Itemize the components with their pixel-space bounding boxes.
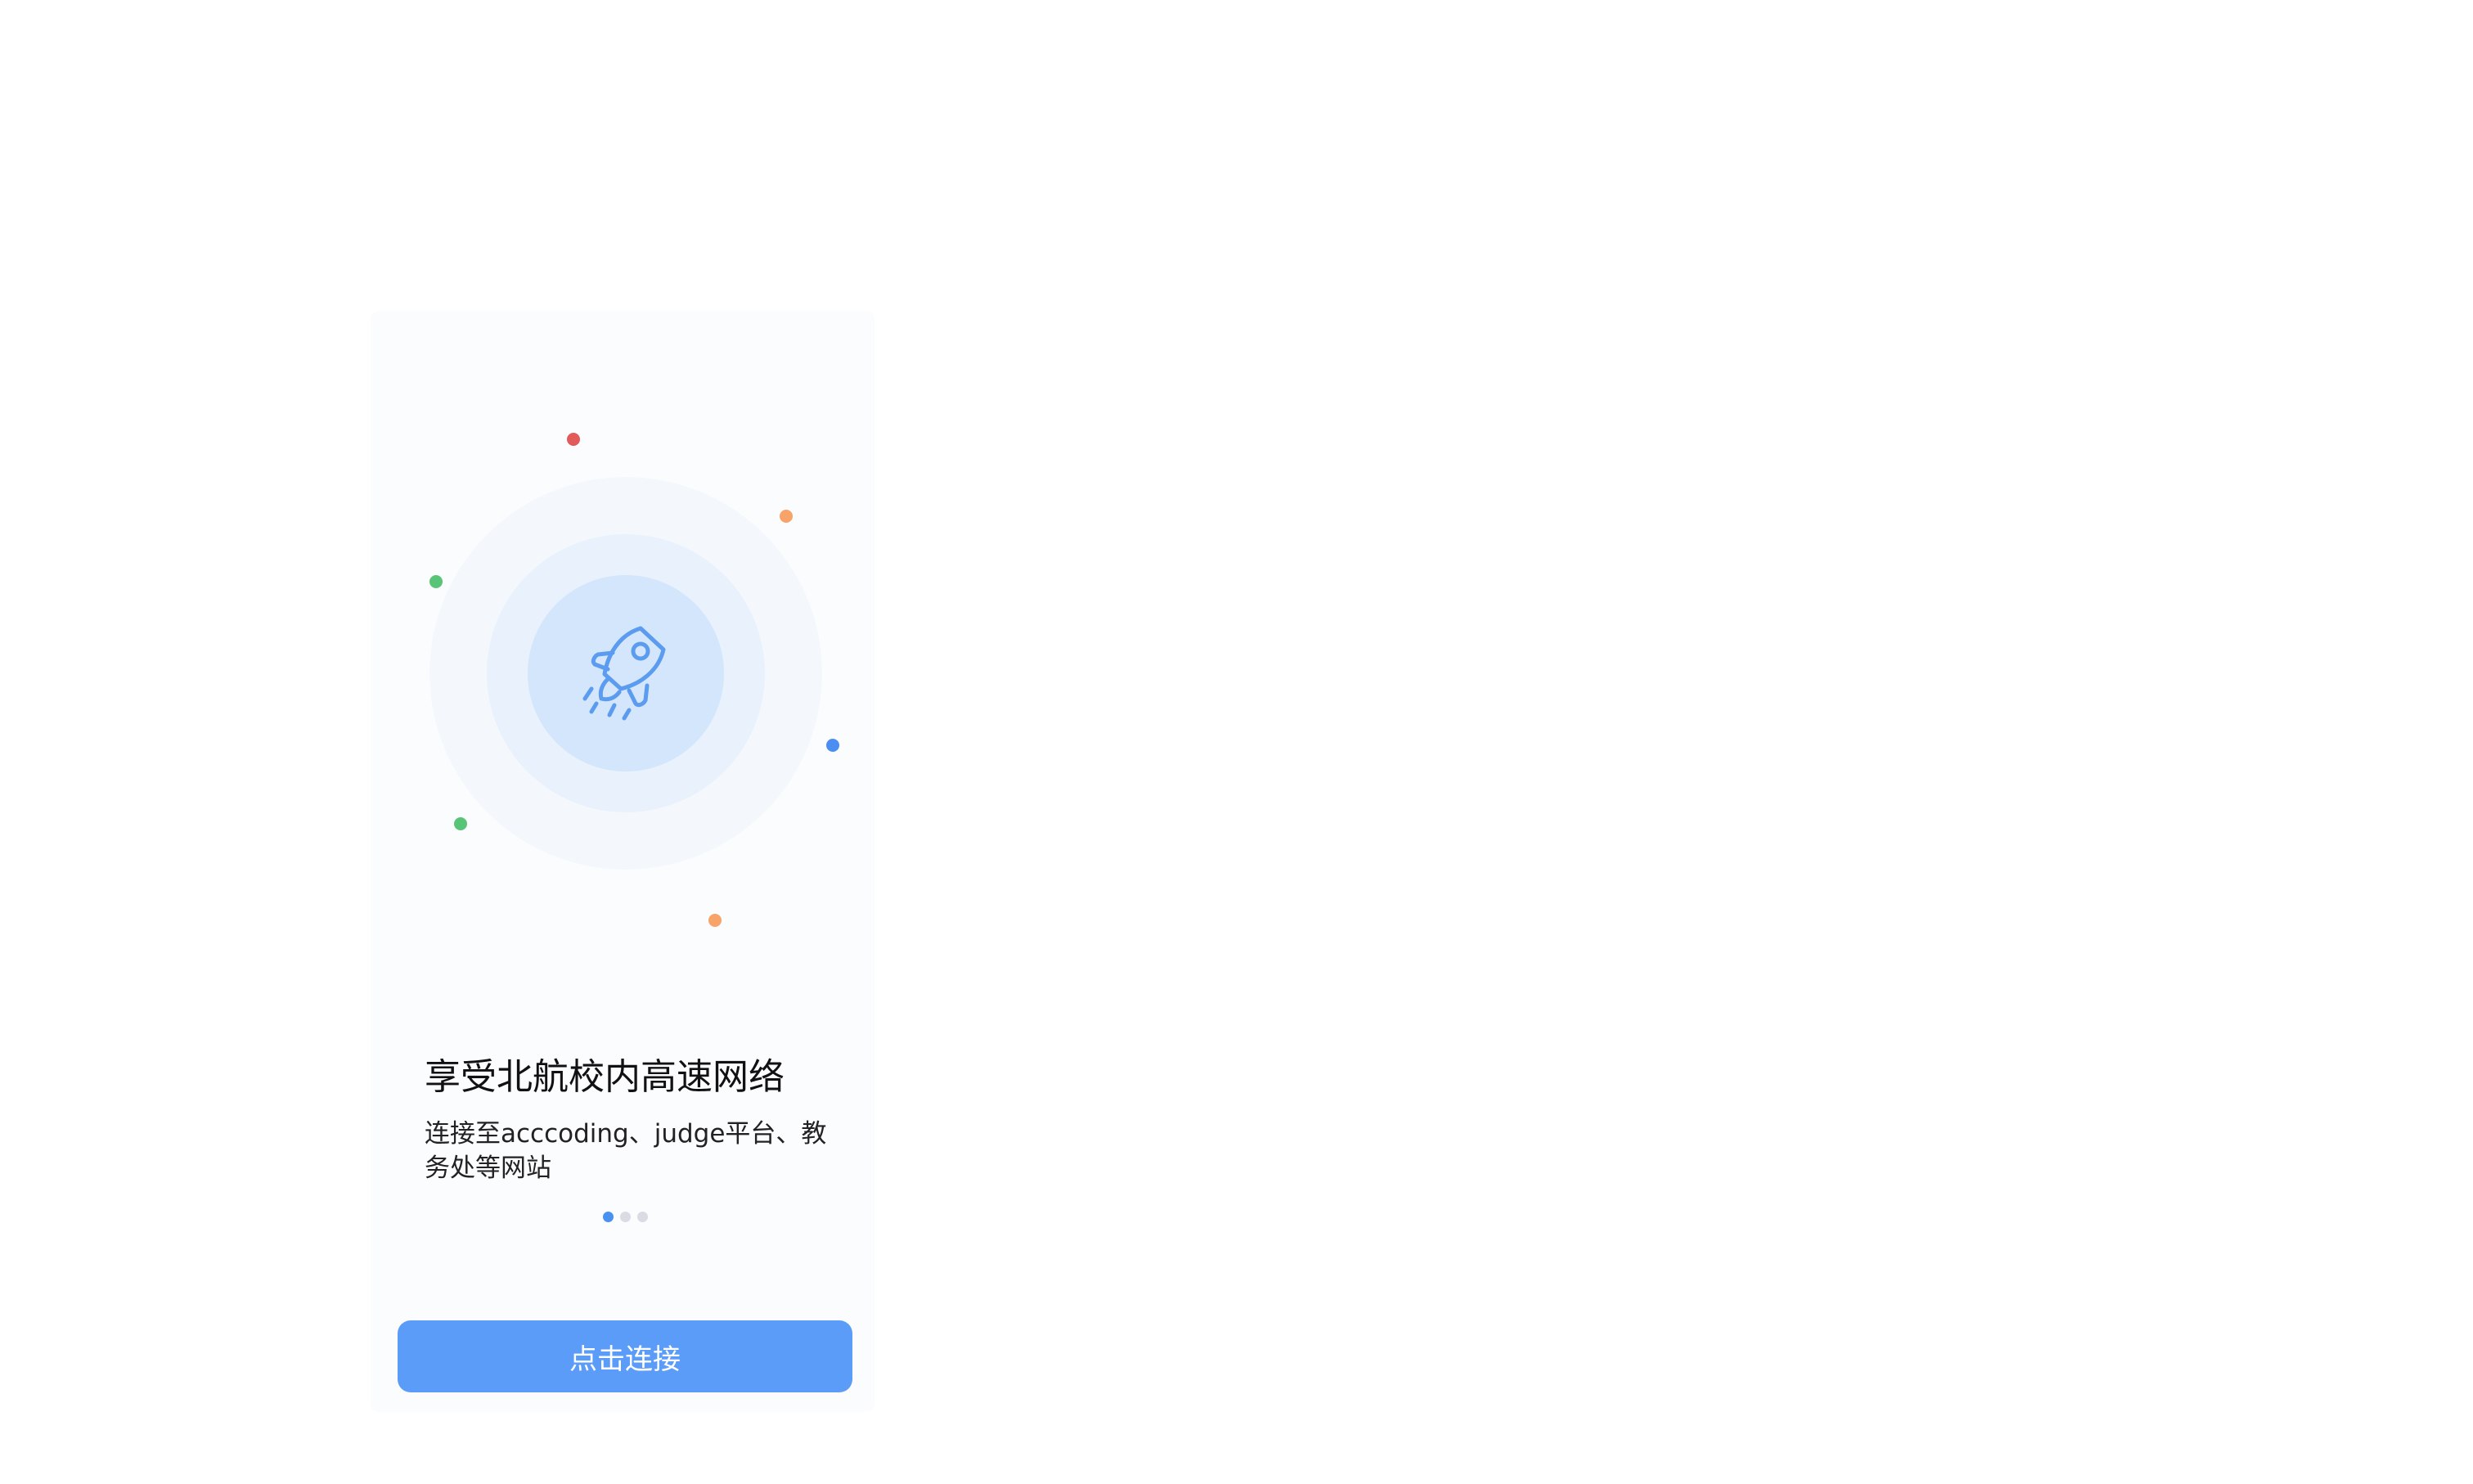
decor-dot-orange-bottom [708, 914, 722, 927]
welcome-title: 享受北航校内高速网络 [425, 1056, 785, 1098]
decor-dot-blue [826, 739, 839, 752]
rocket-icon [582, 626, 666, 721]
decor-dot-green-left [429, 575, 443, 588]
decor-dot-red [567, 433, 580, 446]
page-indicator [603, 1212, 648, 1222]
page-dot-1 [603, 1212, 614, 1222]
decor-dot-green-bottom [454, 817, 467, 830]
welcome-subtitle: 连接至acccoding、judge平台、教务处等网站 [425, 1119, 827, 1183]
decor-dot-orange-top [780, 510, 793, 523]
hero-illustration [371, 311, 875, 990]
page-dot-3 [637, 1212, 648, 1222]
phone-screen: 享受北航校内高速网络 连接至acccoding、judge平台、教务处等网站 点… [371, 311, 875, 1412]
connect-button[interactable]: 点击连接 [398, 1320, 852, 1392]
page-dot-2 [620, 1212, 631, 1222]
